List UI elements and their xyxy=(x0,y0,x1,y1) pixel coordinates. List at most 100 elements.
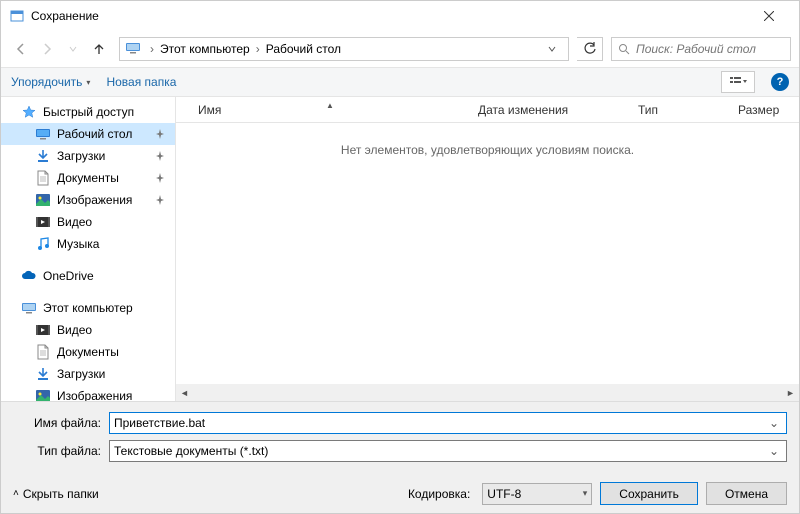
window-title: Сохранение xyxy=(31,9,740,23)
view-options-button[interactable] xyxy=(721,71,755,93)
footer: ˄ Скрыть папки Кодировка: UTF-8 ▾ Сохран… xyxy=(1,474,799,513)
filename-input[interactable] xyxy=(114,416,766,430)
sidebar-item-pictures[interactable]: Изображения xyxy=(1,189,175,211)
pin-icon xyxy=(155,129,165,139)
column-size[interactable]: Размер xyxy=(730,103,787,117)
sidebar-item-quick-access[interactable]: Быстрый доступ xyxy=(1,101,175,123)
star-icon xyxy=(21,104,37,120)
form-area: Имя файла: ⌄ Тип файла: ⌄ xyxy=(1,401,799,474)
filename-label: Имя файла: xyxy=(13,416,109,430)
desktop-icon xyxy=(35,126,51,142)
file-list-area: ▲Имя Дата изменения Тип Размер Нет элеме… xyxy=(176,97,799,401)
up-button[interactable] xyxy=(87,37,111,61)
sidebar-item-this-pc[interactable]: Этот компьютер xyxy=(1,297,175,319)
sidebar-label: Загрузки xyxy=(57,149,105,163)
sort-indicator-icon: ▲ xyxy=(326,101,334,110)
hide-folders-label: Скрыть папки xyxy=(23,487,99,501)
encoding-value: UTF-8 xyxy=(487,487,521,501)
pin-icon xyxy=(155,173,165,183)
empty-state-message: Нет элементов, удовлетворяющих условиям … xyxy=(176,123,799,384)
search-box[interactable] xyxy=(611,37,791,61)
sidebar-label: Этот компьютер xyxy=(43,301,133,315)
sidebar-item-documents[interactable]: Документы xyxy=(1,167,175,189)
pictures-icon xyxy=(35,192,51,208)
chevron-right-icon[interactable]: › xyxy=(148,42,156,56)
forward-button[interactable] xyxy=(35,37,59,61)
new-folder-button[interactable]: Новая папка xyxy=(106,75,176,89)
sidebar-item-music[interactable]: Музыка xyxy=(1,233,175,255)
hide-folders-toggle[interactable]: ˄ Скрыть папки xyxy=(13,487,99,501)
pin-icon xyxy=(155,151,165,161)
scroll-right-button[interactable]: ► xyxy=(782,384,799,401)
chevron-down-icon: ▾ xyxy=(86,78,90,87)
toolbar: Упорядочить ▾ Новая папка ? xyxy=(1,67,799,97)
scroll-left-button[interactable]: ◄ xyxy=(176,384,193,401)
sidebar-label: OneDrive xyxy=(43,269,94,283)
app-icon xyxy=(9,8,25,24)
refresh-button[interactable] xyxy=(577,37,603,61)
documents-icon xyxy=(35,344,51,360)
pictures-icon xyxy=(35,388,51,401)
sidebar-item-videos[interactable]: Видео xyxy=(1,211,175,233)
cancel-button[interactable]: Отмена xyxy=(706,482,787,505)
column-headers: ▲Имя Дата изменения Тип Размер xyxy=(176,97,799,123)
videos-icon xyxy=(35,322,51,338)
sidebar-item-desktop[interactable]: Рабочий стол xyxy=(1,123,175,145)
breadcrumb-dropdown[interactable] xyxy=(548,45,568,53)
new-folder-label: Новая папка xyxy=(106,75,176,89)
documents-icon xyxy=(35,170,51,186)
sidebar-label: Документы xyxy=(57,171,119,185)
sidebar-item-pictures[interactable]: Изображения xyxy=(1,385,175,401)
cloud-icon xyxy=(21,268,37,284)
close-button[interactable] xyxy=(746,2,791,30)
sidebar-label: Изображения xyxy=(57,389,132,401)
scrollbar-track[interactable] xyxy=(193,384,782,401)
recent-dropdown[interactable] xyxy=(61,37,85,61)
organize-menu[interactable]: Упорядочить ▾ xyxy=(11,75,90,89)
videos-icon xyxy=(35,214,51,230)
chevron-up-icon: ˄ xyxy=(13,488,19,499)
breadcrumb-item-pc[interactable]: Этот компьютер xyxy=(156,42,254,56)
chevron-down-icon: ▾ xyxy=(583,488,588,499)
breadcrumb[interactable]: › Этот компьютер › Рабочий стол xyxy=(119,37,569,61)
encoding-label: Кодировка: xyxy=(408,487,470,501)
sidebar-label: Быстрый доступ xyxy=(43,105,134,119)
chevron-down-icon[interactable]: ⌄ xyxy=(766,444,782,458)
sidebar-item-downloads[interactable]: Загрузки xyxy=(1,363,175,385)
back-button[interactable] xyxy=(9,37,33,61)
sidebar-item-documents[interactable]: Документы xyxy=(1,341,175,363)
sidebar-item-videos[interactable]: Видео xyxy=(1,319,175,341)
filename-combobox[interactable]: ⌄ xyxy=(109,412,787,434)
sidebar-item-onedrive[interactable]: OneDrive xyxy=(1,265,175,287)
chevron-down-icon[interactable]: ⌄ xyxy=(766,416,782,430)
music-icon xyxy=(35,236,51,252)
column-type[interactable]: Тип xyxy=(630,103,730,117)
sidebar-label: Музыка xyxy=(57,237,99,251)
encoding-select[interactable]: UTF-8 ▾ xyxy=(482,483,592,505)
titlebar: Сохранение xyxy=(1,1,799,31)
breadcrumb-item-desktop[interactable]: Рабочий стол xyxy=(262,42,345,56)
horizontal-scrollbar[interactable]: ◄ ► xyxy=(176,384,799,401)
column-date[interactable]: Дата изменения xyxy=(470,103,630,117)
this-pc-icon xyxy=(21,300,37,316)
organize-label: Упорядочить xyxy=(11,75,82,89)
this-pc-icon xyxy=(124,39,144,59)
search-input[interactable] xyxy=(636,42,793,56)
sidebar-label: Видео xyxy=(57,215,92,229)
filetype-combobox[interactable]: ⌄ xyxy=(109,440,787,462)
sidebar-item-downloads[interactable]: Загрузки xyxy=(1,145,175,167)
navigation-pane[interactable]: Быстрый доступ Рабочий стол Загрузки Докум… xyxy=(1,97,176,401)
chevron-right-icon[interactable]: › xyxy=(254,42,262,56)
dialog-body: Быстрый доступ Рабочий стол Загрузки Докум… xyxy=(1,97,799,401)
sidebar-label: Рабочий стол xyxy=(57,127,132,141)
save-button[interactable]: Сохранить xyxy=(600,482,698,505)
filetype-value[interactable] xyxy=(114,444,766,458)
column-name[interactable]: ▲Имя xyxy=(190,103,470,117)
help-button[interactable]: ? xyxy=(771,73,789,91)
navbar: › Этот компьютер › Рабочий стол xyxy=(1,31,799,67)
search-icon xyxy=(618,43,630,55)
sidebar-label: Видео xyxy=(57,323,92,337)
sidebar-label: Документы xyxy=(57,345,119,359)
downloads-icon xyxy=(35,148,51,164)
sidebar-label: Загрузки xyxy=(57,367,105,381)
